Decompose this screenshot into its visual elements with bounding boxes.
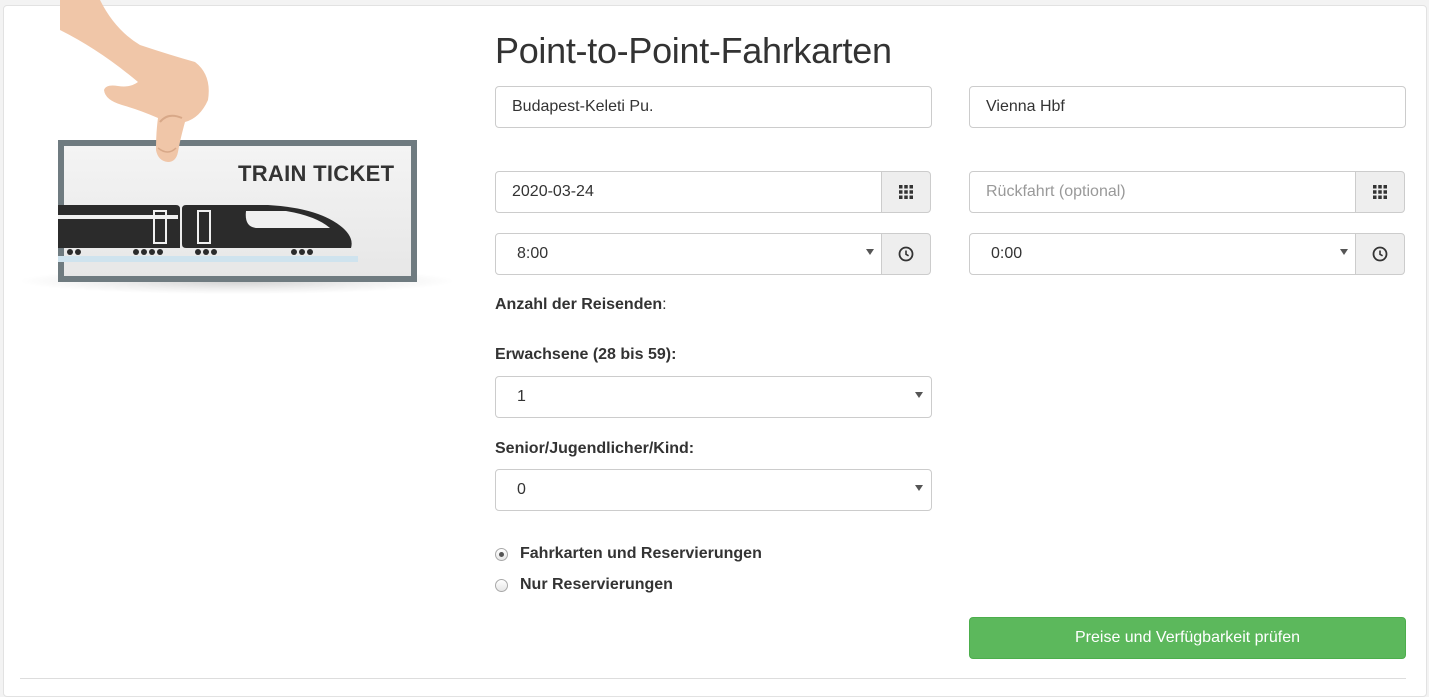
ticket-text: TRAIN TICKET <box>238 161 395 186</box>
return-time-value: 0:00 <box>991 245 1023 262</box>
calendar-grid-icon <box>1373 185 1387 199</box>
chevron-down-icon <box>915 392 923 398</box>
return-time-select[interactable]: 0:00 <box>969 233 1357 275</box>
page-title: Point-to-Point-Fahrkarten <box>495 30 892 71</box>
radio-selected[interactable] <box>495 547 508 561</box>
option-reservations-only[interactable]: Nur Reservierungen <box>495 575 673 595</box>
other-travellers-select[interactable]: 0 <box>495 469 932 511</box>
travellers-heading: Anzahl der Reisenden: <box>495 296 667 314</box>
radio-unselected[interactable] <box>495 578 508 592</box>
to-station-input[interactable]: Vienna Hbf <box>969 86 1406 128</box>
departure-clock-button[interactable] <box>881 233 931 275</box>
departure-time-select[interactable]: 8:00 <box>495 233 883 275</box>
clock-icon <box>1372 246 1388 262</box>
return-calendar-button[interactable] <box>1355 171 1405 213</box>
return-date-input[interactable]: Rückfahrt (optional) <box>969 171 1357 213</box>
travellers-colon: : <box>662 296 667 313</box>
check-prices-button[interactable]: Preise und Verfügbarkeit prüfen <box>969 617 1406 659</box>
departure-date-input[interactable]: 2020-03-24 <box>495 171 883 213</box>
from-station-input[interactable]: Budapest-Keleti Pu. <box>495 86 932 128</box>
travellers-label: Anzahl der Reisenden <box>495 296 663 313</box>
option-label: Fahrkarten und Reservierungen <box>520 545 762 562</box>
adults-value: 1 <box>517 388 526 405</box>
clock-icon <box>898 246 914 262</box>
other-travellers-label: Senior/Jugendlicher/Kind: <box>495 440 695 457</box>
hand-icon <box>60 0 209 162</box>
divider <box>20 678 1406 679</box>
from-station-value: Budapest-Keleti Pu. <box>512 98 654 115</box>
train-icon <box>58 205 358 262</box>
return-date-placeholder: Rückfahrt (optional) <box>986 183 1126 200</box>
adults-label: Erwachsene (28 bis 59): <box>495 346 677 363</box>
other-travellers-value: 0 <box>517 481 526 498</box>
chevron-down-icon <box>915 485 923 491</box>
option-label: Nur Reservierungen <box>520 576 673 593</box>
train-ticket-illustration: TRAIN TICKET <box>0 0 470 310</box>
option-tickets-and-reservations[interactable]: Fahrkarten und Reservierungen <box>495 544 762 564</box>
departure-time-value: 8:00 <box>517 245 549 262</box>
adults-select[interactable]: 1 <box>495 376 932 418</box>
to-station-value: Vienna Hbf <box>986 98 1065 115</box>
chevron-down-icon <box>1340 249 1348 255</box>
chevron-down-icon <box>866 249 874 255</box>
departure-calendar-button[interactable] <box>881 171 931 213</box>
calendar-grid-icon <box>899 185 913 199</box>
departure-date-value: 2020-03-24 <box>512 183 594 200</box>
return-clock-button[interactable] <box>1355 233 1405 275</box>
